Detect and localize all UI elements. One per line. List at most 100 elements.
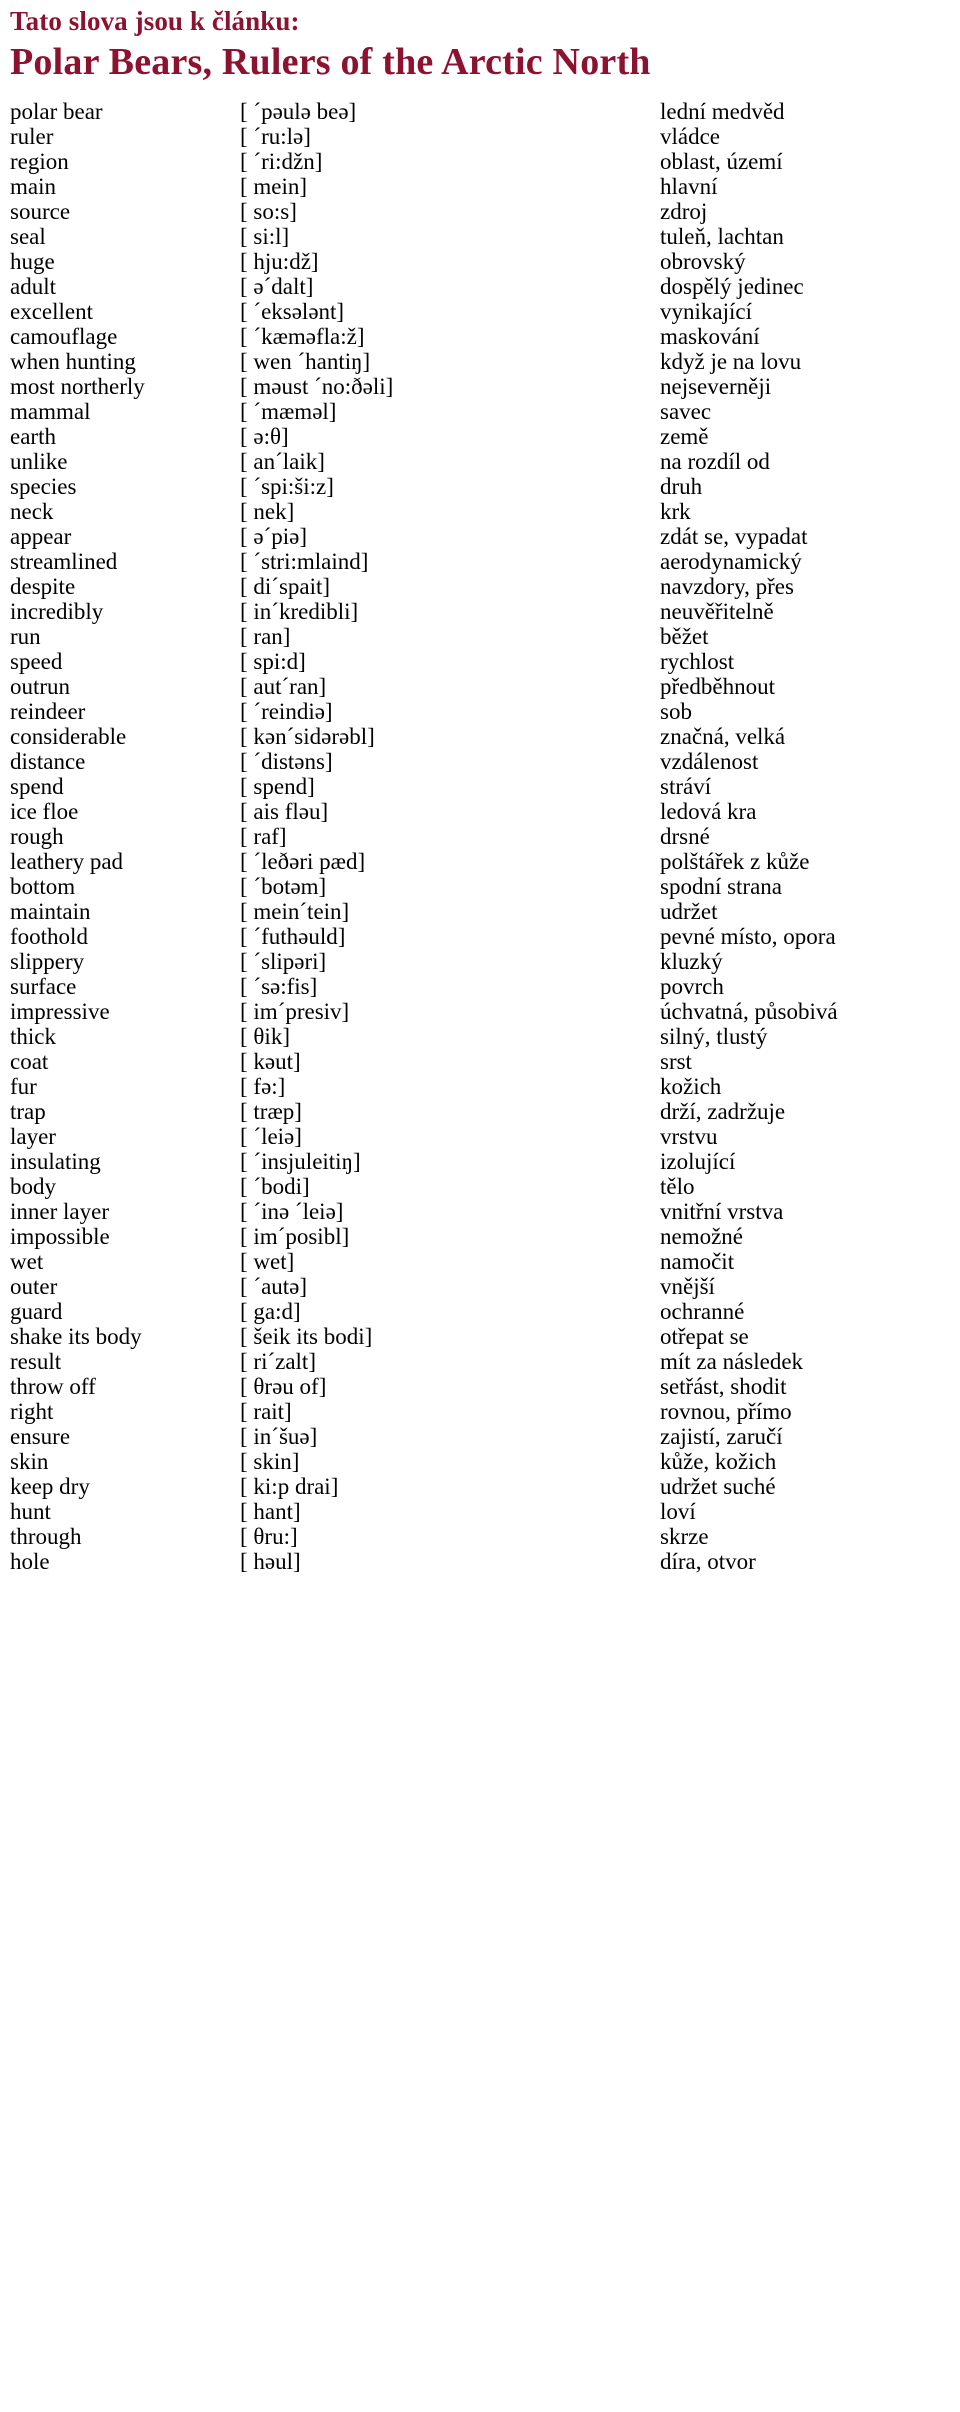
czech-translation: polštářek z kůže [660,849,810,874]
english-word: maintain [10,899,91,924]
phonetic-transcription: [ raf] [240,824,287,849]
vocabulary-row: neck [ nek] krk [0,499,960,524]
phonetic-transcription: [ imˊposibl] [240,1224,350,1249]
english-word: seal [10,224,46,249]
vocabulary-table-body: polar bear[ ˊpəulə beə] lední medvěd ruler… [0,99,960,1574]
czech-translation: sob [660,699,692,724]
phonetic-transcription: [ spend] [240,774,315,799]
phonetic-transcription: [ šeik its bodi] [240,1324,373,1349]
vocabulary-row: guard [ ga:d] ochranné [0,1299,960,1324]
vocabulary-row: huge [ hju:dž] obrovský [0,249,960,274]
vocabulary-row: rough [ raf] drsné [0,824,960,849]
czech-translation: nejseverněji [660,374,772,399]
czech-translation: vrstvu [660,1124,718,1149]
vocabulary-row: unlike [ anˊlaik] na rozdíl od [0,449,960,474]
phonetic-transcription: [ hant] [240,1499,301,1524]
vocabulary-row: shake its body [ šeik its bodi] otřepat se [0,1324,960,1349]
vocabulary-row: main [ mein] hlavní [0,174,960,199]
czech-translation: vnitřní vrstva [660,1199,784,1224]
vocabulary-row: maintain [ meinˊtein] udržet [0,899,960,924]
phonetic-transcription: [ ˊinə ˊleiə] [240,1199,344,1224]
czech-translation: předběhnout [660,674,775,699]
czech-translation: pevné místo, opora [660,924,836,949]
czech-translation: mít za následek [660,1349,804,1374]
english-word: rough [10,824,64,849]
english-word: polar bear [10,99,103,124]
czech-translation: rychlost [660,649,735,674]
vocabulary-row: most northerly [ məust ˊno:ðəli] nejsevern… [0,374,960,399]
czech-translation: zdát se, vypadat [660,524,808,549]
czech-translation: tuleň, lachtan [660,224,784,249]
english-word: huge [10,249,55,274]
czech-translation: udržet [660,899,718,924]
czech-translation: druh [660,474,703,499]
english-word: wet [10,1249,44,1274]
vocabulary-row: skin [ skin] kůže, kožich [0,1449,960,1474]
english-word: species [10,474,77,499]
vocabulary-row: bottom [ ˊbotəm] spodní strana [0,874,960,899]
english-word: when hunting [10,349,136,374]
english-word: run [10,624,41,649]
english-word: impossible [10,1224,110,1249]
vocabulary-row: fur [ fə:] kožich [0,1074,960,1099]
english-word: trap [10,1099,46,1124]
phonetic-transcription: [ ais fləu] [240,799,329,824]
vocabulary-row: appear [ əˊpiə] zdát se, vypadat [0,524,960,549]
czech-translation: když je na lovu [660,349,802,374]
vocabulary-row: distance [ ˊdistəns] vzdálenost [0,749,960,774]
czech-translation: ledová kra [660,799,757,824]
phonetic-transcription: [ əˊpiə] [240,524,308,549]
english-word: excellent [10,299,94,324]
phonetic-transcription: [ ran] [240,624,291,649]
phonetic-transcription: [ θru:] [240,1524,298,1549]
english-word: streamlined [10,549,118,574]
czech-translation: lední medvěd [660,99,785,124]
phonetic-transcription: [ ˊautə] [240,1274,308,1299]
czech-translation: namočit [660,1249,735,1274]
phonetic-transcription: [ riˊzalt] [240,1349,316,1374]
czech-translation: drsné [660,824,710,849]
phonetic-transcription: [ ˊleiə] [240,1124,302,1149]
vocabulary-row: coat [ kəut] srst [0,1049,960,1074]
czech-translation: stráví [660,774,712,799]
intro-line: Tato slova jsou k článku: [10,6,300,36]
phonetic-transcription: [ ˊru:lə] [240,124,311,149]
phonetic-transcription: [ θrəu of] [240,1374,327,1399]
phonetic-transcription: [ wet] [240,1249,295,1274]
vocabulary-row: inner layer [ ˊinə ˊleiə] vnitřní vrstva [0,1199,960,1224]
vocabulary-worksheet-page: Tato slova jsou k článku: Polar Bears, R… [0,0,960,2412]
czech-translation: krk [660,499,691,524]
vocabulary-row: seal [ si:l] tuleň, lachtan [0,224,960,249]
phonetic-transcription: [ anˊlaik] [240,449,325,474]
english-word: right [10,1399,54,1424]
phonetic-transcription: [ imˊpresiv] [240,999,350,1024]
phonetic-transcription: [ wen ˊhantiŋ] [240,349,371,374]
czech-translation: vynikající [660,299,752,324]
english-word: result [10,1349,62,1374]
phonetic-transcription: [ autˊran] [240,674,327,699]
english-word: slippery [10,949,85,974]
english-word: reindeer [10,699,86,724]
english-word: incredibly [10,599,104,624]
vocabulary-row: wet [ wet] namočit [0,1249,960,1274]
czech-translation: loví [660,1499,696,1524]
vocabulary-row: earth [ ə:θ] země [0,424,960,449]
page-title: Polar Bears, Rulers of the Arctic North [10,41,651,83]
phonetic-transcription: [ ki:p drai] [240,1474,339,1499]
vocabulary-row: result [ riˊzalt] mít za následek [0,1349,960,1374]
english-word: coat [10,1049,49,1074]
phonetic-transcription: [ ˊpəulə beə] [240,99,357,124]
english-word: body [10,1174,56,1199]
czech-translation: kluzký [660,949,723,974]
english-word: layer [10,1124,56,1149]
english-word: inner layer [10,1199,109,1224]
english-word: through [10,1524,82,1549]
english-word: neck [10,499,54,524]
vocabulary-row: region [ ˊri:džn] oblast, území [0,149,960,174]
phonetic-transcription: [ ˊeksələnt] [240,299,345,324]
czech-translation: neuvěřitelně [660,599,774,624]
english-word: main [10,174,56,199]
czech-translation: otřepat se [660,1324,749,1349]
phonetic-transcription: [ inˊšuə] [240,1424,318,1449]
czech-translation: na rozdíl od [660,449,770,474]
